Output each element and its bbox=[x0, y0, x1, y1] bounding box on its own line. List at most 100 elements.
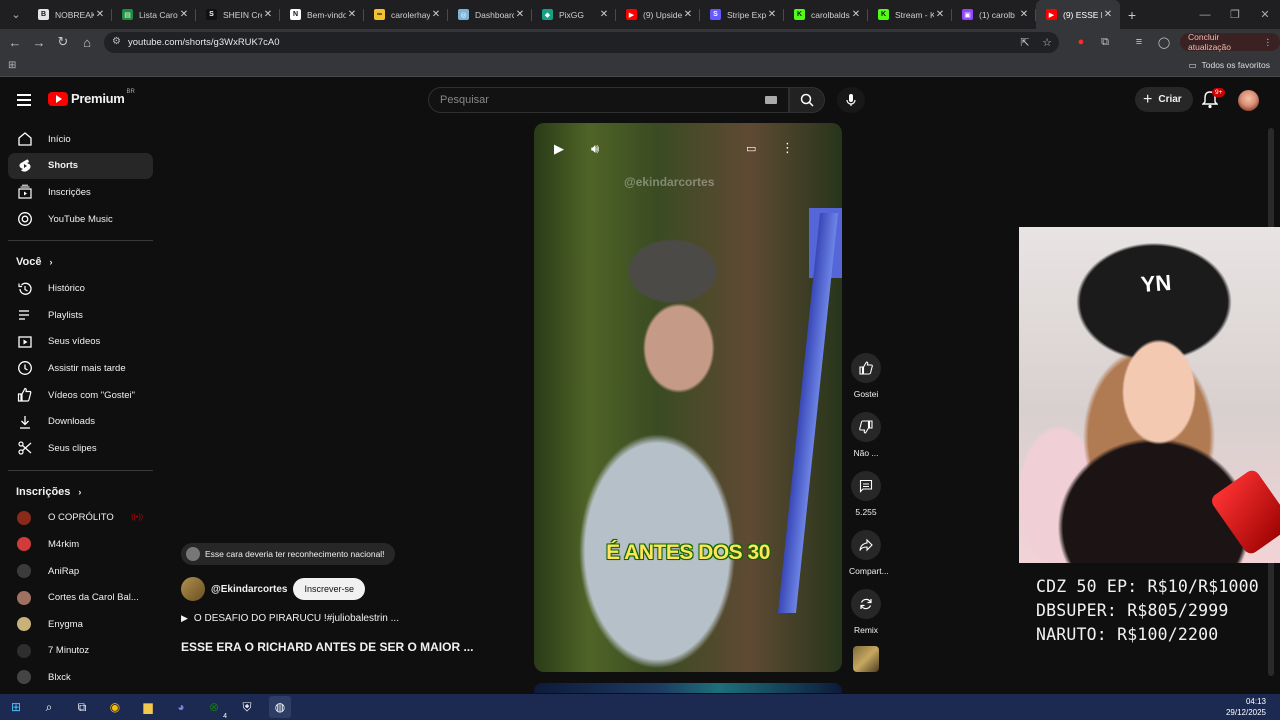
sidebar-item[interactable]: Inscrições bbox=[8, 179, 153, 206]
tab-close-icon[interactable]: ✕ bbox=[262, 9, 274, 20]
short-title[interactable]: ESSE ERA O RICHARD ANTES DE SER O MAIOR … bbox=[181, 640, 473, 654]
subscription-item[interactable]: Enygma bbox=[8, 611, 153, 638]
file-explorer-icon[interactable]: ▆ bbox=[137, 696, 159, 718]
search-input[interactable]: Pesquisar bbox=[440, 94, 765, 106]
shorts-video-player[interactable]: ▶ 🔊︎ ▭ ⋮ @ekindarcortes É ANTES DOS 30 bbox=[534, 123, 842, 672]
sidebar-item[interactable]: Seus vídeos bbox=[8, 329, 153, 356]
tab-close-icon[interactable]: ✕ bbox=[178, 9, 190, 20]
keyboard-icon[interactable] bbox=[765, 96, 777, 104]
create-button[interactable]: + Criar bbox=[1135, 87, 1193, 112]
sidebar-item[interactable]: Shorts bbox=[8, 152, 153, 180]
comment-preview[interactable]: Esse cara deveria ter reconhecimento nac… bbox=[181, 543, 395, 565]
back-icon[interactable]: ← bbox=[3, 30, 27, 54]
browser-tab[interactable]: B NOBREAK ✕ bbox=[28, 0, 112, 29]
tab-close-icon[interactable]: ✕ bbox=[1102, 9, 1114, 20]
youtube-logo[interactable]: Premium BR bbox=[48, 89, 135, 106]
subscriptions-section-header[interactable]: Inscrições › bbox=[8, 479, 153, 505]
subscription-item[interactable]: AniRap bbox=[8, 558, 153, 585]
tab-close-icon[interactable]: ✕ bbox=[598, 9, 610, 20]
extensions-icon[interactable]: ⧉ bbox=[1094, 29, 1116, 55]
browser-tab[interactable]: N Bem-vindo ✕ bbox=[280, 0, 364, 29]
sidebar-item[interactable]: Assistir mais tarde bbox=[8, 355, 153, 382]
browser-tab[interactable]: S Stripe Exp ✕ bbox=[700, 0, 784, 29]
all-bookmarks-button[interactable]: ▭ Todos os favoritos bbox=[1188, 60, 1270, 71]
subscription-item[interactable]: M4rkim bbox=[8, 531, 153, 558]
bookmark-star-icon[interactable]: ☆ bbox=[1036, 29, 1058, 55]
browser-tab[interactable]: ▶ (9) Upside ✕ bbox=[616, 0, 700, 29]
tab-close-icon[interactable]: ✕ bbox=[430, 9, 442, 20]
close-window-icon[interactable]: ✕ bbox=[1250, 0, 1280, 29]
music-link[interactable]: ▶ O DESAFIO DO PIRARUCU !#juliobalestrin… bbox=[181, 613, 399, 624]
home-button-icon[interactable]: ⌂ bbox=[75, 30, 99, 54]
windows-start-icon[interactable]: ⊞ bbox=[5, 696, 27, 718]
security-icon[interactable]: ⛨ bbox=[236, 696, 258, 718]
comments-button[interactable]: 5.255 bbox=[849, 471, 883, 517]
subscription-item[interactable]: O COPRÓLITO ((•)) bbox=[8, 505, 153, 532]
url-text[interactable]: youtube.com/shorts/g3WxRUK7cA0 bbox=[128, 37, 280, 48]
profile-icon[interactable]: ◯ bbox=[1153, 29, 1175, 55]
reload-icon[interactable]: ↻ bbox=[51, 30, 75, 54]
search-button[interactable] bbox=[789, 87, 825, 113]
xbox-icon[interactable]: ⊗ 4 bbox=[203, 696, 227, 720]
browser-tab[interactable]: ◆ PixGG ✕ bbox=[532, 0, 616, 29]
minimize-icon[interactable]: — bbox=[1190, 0, 1220, 29]
more-menu-icon[interactable]: ⋮ bbox=[1264, 37, 1273, 48]
subscription-item[interactable]: Cortes da Carol Bal... bbox=[8, 584, 153, 611]
browser-tab[interactable]: Kcarolbalds ✕ bbox=[784, 0, 868, 29]
tab-close-icon[interactable]: ✕ bbox=[1018, 9, 1030, 20]
sidebar-item[interactable]: Playlists bbox=[8, 302, 153, 329]
taskbar-search-icon[interactable]: ⌕ bbox=[38, 696, 60, 718]
browser-tab[interactable]: ◎ Dashboard ✕ bbox=[448, 0, 532, 29]
task-view-icon[interactable]: ⧉ bbox=[71, 696, 93, 718]
sidebar-item[interactable]: Seus clipes bbox=[8, 435, 153, 462]
tab-close-icon[interactable]: ✕ bbox=[850, 9, 862, 20]
dislike-button[interactable]: Não ... bbox=[849, 412, 883, 458]
apps-grid-icon[interactable]: ⊞ bbox=[8, 60, 16, 71]
new-tab-button[interactable]: + bbox=[1120, 7, 1144, 23]
browser-tab[interactable]: S SHEIN Cre ✕ bbox=[196, 0, 280, 29]
update-button[interactable]: Concluir atualização ⋮ bbox=[1180, 32, 1280, 52]
browser-tab[interactable]: ▤ Lista Carol ✕ bbox=[112, 0, 196, 29]
remix-button[interactable]: Remix bbox=[849, 589, 883, 635]
like-button[interactable]: Gostei bbox=[849, 353, 883, 399]
maximize-icon[interactable]: ❐ bbox=[1220, 0, 1250, 29]
more-options-icon[interactable]: ⋮ bbox=[781, 140, 794, 156]
subscribe-button[interactable]: Inscrever-se bbox=[293, 578, 365, 600]
discord-icon[interactable]: ◕ bbox=[170, 696, 192, 718]
tab-close-icon[interactable]: ✕ bbox=[682, 9, 694, 20]
captions-icon[interactable]: ▭ bbox=[746, 142, 756, 155]
tab-close-icon[interactable]: ✕ bbox=[94, 9, 106, 20]
sidebar-item[interactable]: YouTube Music bbox=[8, 206, 153, 233]
subscription-item[interactable]: 7 Minutoz bbox=[8, 638, 153, 665]
browser-tab[interactable]: ▣ (1) carolb ✕ bbox=[952, 0, 1036, 29]
obs-icon[interactable]: ◍ bbox=[269, 696, 291, 718]
browser-tab[interactable]: ▶ (9) ESSE E✕ bbox=[1036, 0, 1120, 29]
voice-search-button[interactable] bbox=[837, 87, 865, 113]
sidebar-item[interactable]: Vídeos com "Gostei" bbox=[8, 382, 153, 409]
you-section-header[interactable]: Você › bbox=[8, 249, 153, 275]
play-pause-icon[interactable]: ▶ bbox=[554, 141, 564, 157]
browser-tab[interactable]: ∞ carolerhay ✕ bbox=[364, 0, 448, 29]
tab-close-icon[interactable]: ✕ bbox=[934, 9, 946, 20]
sidebar-item[interactable]: Histórico bbox=[8, 275, 153, 302]
notifications-button[interactable]: 9+ bbox=[1201, 88, 1226, 109]
subscription-item[interactable]: Blxck bbox=[8, 664, 153, 691]
chrome-icon[interactable]: ◉ bbox=[104, 696, 126, 718]
sidebar-item[interactable]: Início bbox=[8, 126, 153, 153]
tab-close-icon[interactable]: ✕ bbox=[766, 9, 778, 20]
next-short-preview[interactable] bbox=[534, 683, 842, 693]
share-button[interactable]: Compart... bbox=[849, 530, 889, 576]
omnibox[interactable]: ⚙ youtube.com/shorts/g3WxRUK7cA0 bbox=[104, 32, 1059, 53]
install-icon[interactable]: ⇱ bbox=[1014, 29, 1036, 55]
menu-icon[interactable] bbox=[17, 94, 31, 109]
channel-name[interactable]: @Ekindarcortes bbox=[211, 584, 287, 595]
system-clock[interactable]: 04:13 29/12/2025 bbox=[1226, 696, 1266, 718]
search-box[interactable]: Pesquisar bbox=[428, 87, 789, 113]
tab-close-icon[interactable]: ✕ bbox=[346, 9, 358, 20]
media-control-icon[interactable]: ≡ bbox=[1128, 29, 1150, 55]
record-extension-icon[interactable]: ● bbox=[1070, 29, 1092, 55]
sidebar-item[interactable]: Downloads bbox=[8, 408, 153, 435]
channel-avatar[interactable] bbox=[181, 577, 205, 601]
volume-icon[interactable]: 🔊︎ bbox=[591, 141, 599, 157]
forward-icon[interactable]: → bbox=[27, 30, 51, 54]
